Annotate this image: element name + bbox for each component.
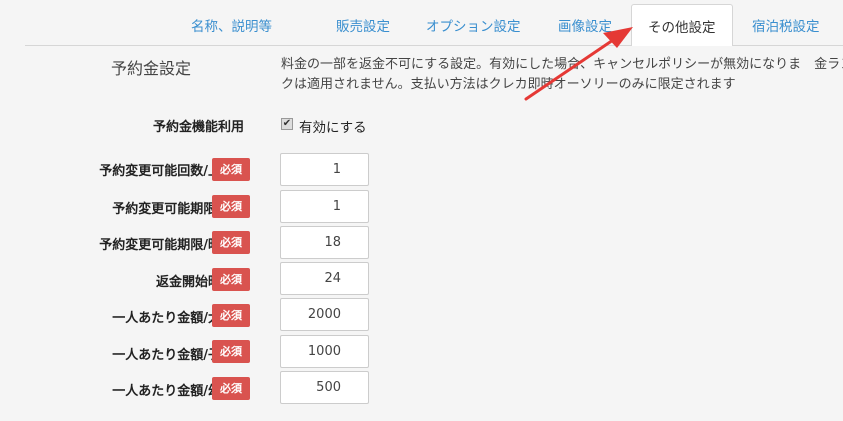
tab-name-description[interactable]: 名称、説明等 bbox=[191, 15, 272, 35]
adult-amount-input[interactable] bbox=[280, 298, 369, 331]
change-count-limit-input[interactable] bbox=[280, 153, 369, 186]
section-description: 料金の一部を返金不可にする設定。有効にした場合、キャンセルポリシーが無効になりま… bbox=[281, 57, 843, 92]
tab-bar: 名称、説明等 販売設定 オプション設定 画像設定 その他設定 宿泊税設定 bbox=[0, 0, 843, 46]
section-title: 予約金設定 bbox=[111, 59, 192, 78]
refund-start-hours-input[interactable] bbox=[280, 262, 369, 295]
tab-accommodation-tax[interactable]: 宿泊税設定 bbox=[752, 15, 820, 35]
required-badge: 必須 bbox=[212, 158, 250, 181]
tab-option-settings[interactable]: オプション設定 bbox=[426, 15, 521, 35]
tab-sales-settings[interactable]: 販売設定 bbox=[336, 15, 390, 35]
required-badge: 必須 bbox=[212, 268, 250, 291]
child-amount-input[interactable] bbox=[280, 335, 369, 368]
required-badge: 必須 bbox=[212, 231, 250, 254]
deposit-feature-label: 予約金機能利用 bbox=[153, 120, 245, 135]
deposit-enable-label[interactable]: 有効にする bbox=[299, 116, 367, 136]
required-badge: 必須 bbox=[212, 340, 250, 363]
required-badge: 必須 bbox=[212, 304, 250, 327]
change-deadline-days-input[interactable] bbox=[280, 190, 369, 223]
tab-other-settings[interactable]: その他設定 bbox=[631, 4, 733, 46]
change-deadline-hours-input[interactable] bbox=[280, 226, 369, 259]
required-badge: 必須 bbox=[212, 195, 250, 218]
infant-amount-input[interactable] bbox=[280, 371, 369, 404]
deposit-enable-checkbox[interactable]: ✔ bbox=[281, 118, 293, 130]
required-badge: 必須 bbox=[212, 377, 250, 400]
tab-image-settings[interactable]: 画像設定 bbox=[558, 15, 612, 35]
